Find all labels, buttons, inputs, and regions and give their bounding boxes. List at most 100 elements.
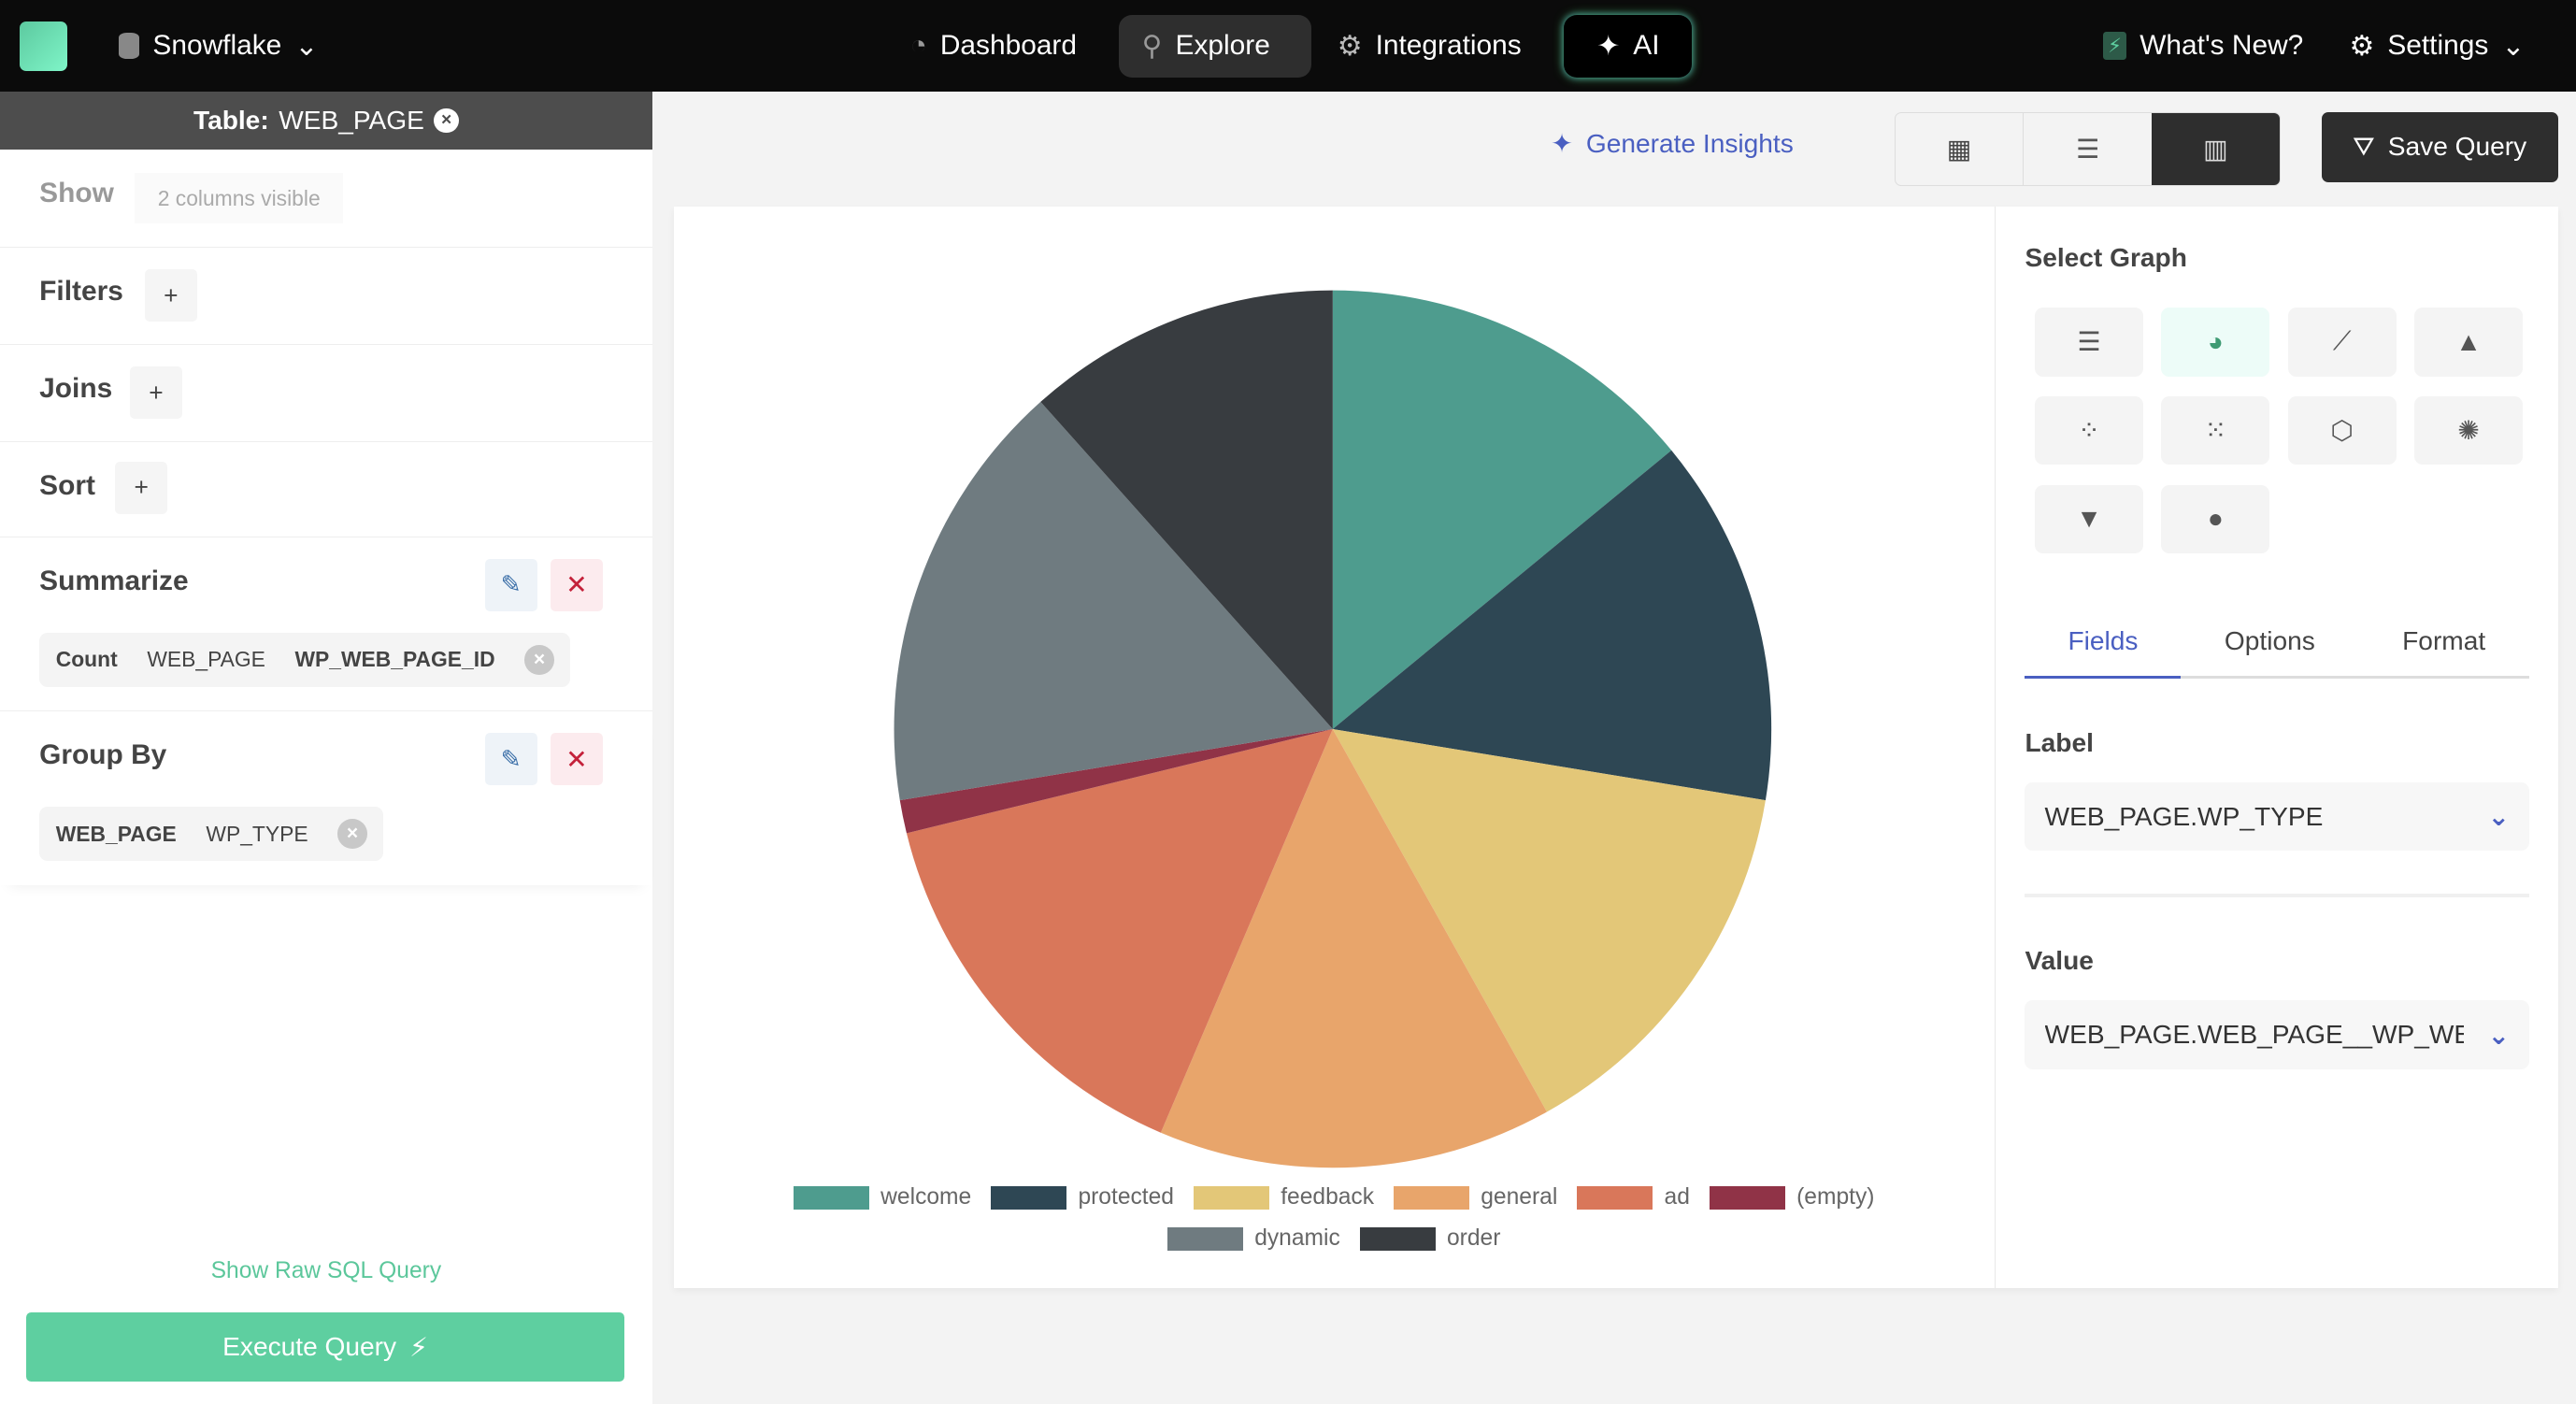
- table: WEB_PAGE: [55, 821, 177, 846]
- remove-icon[interactable]: ×: [524, 644, 554, 675]
- table-view-button[interactable]: ▦: [1896, 112, 2025, 185]
- value-field-select[interactable]: WEB_PAGE.WEB_PAGE__WP_WE ⌄: [2025, 1000, 2530, 1070]
- save-label: Save Query: [2387, 132, 2527, 162]
- value-field-value: WEB_PAGE.WEB_PAGE__WP_WE: [2044, 1020, 2464, 1050]
- summarize-pill[interactable]: Count WEB_PAGE WP_WEB_PAGE_ID ×: [39, 632, 571, 687]
- show-section: Show 2 columns visible: [0, 150, 652, 249]
- legend-label: feedback: [1281, 1184, 1375, 1211]
- execute-label: Execute Query: [222, 1332, 397, 1362]
- nav-explore[interactable]: ⚲ Explore: [1118, 14, 1311, 78]
- list-icon: ☰: [2076, 134, 2100, 164]
- execute-query-button[interactable]: Execute Query ⚡: [26, 1312, 624, 1383]
- joins-section: Joins +: [0, 345, 652, 442]
- graph-type-radar[interactable]: ⬡: [2287, 395, 2397, 466]
- sparkle-icon: ✦: [1596, 30, 1621, 62]
- chart-settings-panel: Select Graph ☰ ◕ ⟋ ▲ ⁘ ⁙ ⬡ ✺ ▼ ● Fields Options F…: [1994, 207, 2558, 1289]
- sort-label: Sort: [39, 469, 95, 501]
- legend-row: dynamic order: [674, 1225, 1995, 1252]
- group-by-label: Group By: [39, 738, 167, 770]
- nav-ai[interactable]: ✦ AI: [1564, 14, 1693, 78]
- chart-view-button[interactable]: ▥: [2152, 112, 2280, 185]
- graph-type-area[interactable]: ▲: [2414, 307, 2524, 377]
- show-raw-sql-link[interactable]: Show Raw SQL Query: [0, 1258, 652, 1284]
- show-label: Show: [39, 177, 114, 208]
- whats-new-label: What's New?: [2140, 30, 2304, 62]
- graph-type-funnel[interactable]: ▼: [2035, 484, 2144, 554]
- legend-item[interactable]: general: [1394, 1184, 1557, 1211]
- settings-menu[interactable]: ⚙ Settings ⌄: [2326, 15, 2548, 78]
- column: WP_WEB_PAGE_ID: [294, 647, 495, 672]
- bar-chart-icon: ☰: [2077, 327, 2101, 357]
- remove-icon[interactable]: ×: [337, 819, 367, 849]
- legend-label: general: [1481, 1184, 1558, 1211]
- tab-fields[interactable]: Fields: [2025, 611, 2182, 680]
- legend-row: welcome protected feedback general ad (empty): [674, 1184, 1995, 1211]
- delete-summarize-button[interactable]: ✕: [550, 558, 604, 611]
- edit-summarize-button[interactable]: ✎: [484, 558, 537, 611]
- edit-group-by-button[interactable]: ✎: [484, 732, 537, 786]
- chart-card: welcome protected feedback general ad (empty)…: [673, 207, 2558, 1289]
- nav-integrations[interactable]: ⚙ Integrations: [1314, 15, 1544, 78]
- legend-item[interactable]: ad: [1577, 1184, 1690, 1211]
- nav-dashboard[interactable]: ◔ Dashboard: [887, 15, 1099, 78]
- bar-chart-icon: ▥: [2203, 134, 2228, 164]
- filters-section: Filters +: [0, 248, 652, 346]
- graph-type-scatter[interactable]: ⁘: [2035, 395, 2144, 466]
- graph-type-sunburst[interactable]: ✺: [2414, 395, 2524, 466]
- label-field-select[interactable]: WEB_PAGE.WP_TYPE ⌄: [2025, 781, 2530, 852]
- table-prefix: Table:: [193, 106, 269, 136]
- legend-swatch: [1709, 1186, 1785, 1210]
- nav-label: Dashboard: [939, 30, 1077, 62]
- chevron-down-icon: ⌄: [2487, 1020, 2510, 1050]
- legend-item[interactable]: welcome: [794, 1184, 971, 1211]
- legend-item[interactable]: dynamic: [1167, 1225, 1340, 1252]
- group-by-section: Group By ✎ ✕ WEB_PAGE WP_TYPE ×: [0, 711, 652, 885]
- table-name: WEB_PAGE: [279, 106, 424, 136]
- tab-options[interactable]: Options: [2181, 611, 2358, 676]
- graph-type-line[interactable]: ⟋: [2287, 307, 2397, 377]
- datasource-selector[interactable]: Snowflake ⌄: [95, 15, 341, 78]
- table-header: Table: WEB_PAGE ×: [0, 92, 652, 150]
- save-query-button[interactable]: ⛛ Save Query: [2321, 111, 2558, 183]
- generate-insights-button[interactable]: ✦ Generate Insights: [1551, 128, 1794, 159]
- nav-label: Explore: [1175, 30, 1270, 62]
- tab-format[interactable]: Format: [2358, 611, 2529, 676]
- columns-visible-button[interactable]: 2 columns visible: [135, 172, 344, 224]
- graph-type-map[interactable]: ●: [2161, 484, 2270, 554]
- whats-new-button[interactable]: ⚡ What's New?: [2080, 15, 2326, 78]
- scatter-chart-icon: ⁘: [2078, 416, 2100, 445]
- chevron-down-icon: ⌄: [2487, 802, 2510, 832]
- bubble-chart-icon: ⁙: [2204, 416, 2227, 445]
- app-logo[interactable]: [20, 21, 68, 71]
- sort-section: Sort +: [0, 442, 652, 537]
- add-sort-button[interactable]: +: [115, 461, 168, 515]
- chevron-down-icon: ⌄: [2501, 30, 2526, 62]
- add-filter-button[interactable]: +: [144, 269, 197, 322]
- group-by-pill[interactable]: WEB_PAGE WP_TYPE ×: [39, 807, 384, 861]
- nav-label: Integrations: [1375, 30, 1522, 62]
- legend-item[interactable]: protected: [991, 1184, 1174, 1211]
- filters-label: Filters: [39, 276, 123, 308]
- legend-item[interactable]: (empty): [1709, 1184, 1875, 1211]
- legend-item[interactable]: feedback: [1194, 1184, 1374, 1211]
- divider: [2025, 894, 2530, 897]
- legend-label: order: [1447, 1225, 1501, 1252]
- legend-swatch: [991, 1186, 1067, 1210]
- chevron-down-icon: ⌄: [294, 30, 319, 62]
- legend-label: (empty): [1796, 1184, 1875, 1211]
- view-mode-toggle: ▦ ☰ ▥: [1894, 111, 2281, 186]
- graph-type-bar[interactable]: ☰: [2035, 307, 2144, 377]
- sparkle-icon: ✦: [1551, 129, 1573, 159]
- legend-item[interactable]: order: [1359, 1225, 1501, 1252]
- settings-label: Settings: [2387, 30, 2489, 62]
- search-icon: ⚲: [1141, 30, 1163, 62]
- funnel-chart-icon: ▼: [2076, 504, 2102, 534]
- label-field-title: Label: [2025, 727, 2094, 757]
- remove-table-icon[interactable]: ×: [434, 108, 459, 134]
- graph-type-bubble[interactable]: ⁙: [2161, 395, 2270, 466]
- add-join-button[interactable]: +: [129, 365, 183, 420]
- graph-type-pie[interactable]: ◕: [2161, 307, 2270, 377]
- datasource-label: Snowflake: [152, 30, 282, 62]
- list-view-button[interactable]: ☰: [2024, 113, 2152, 185]
- delete-group-by-button[interactable]: ✕: [550, 732, 604, 786]
